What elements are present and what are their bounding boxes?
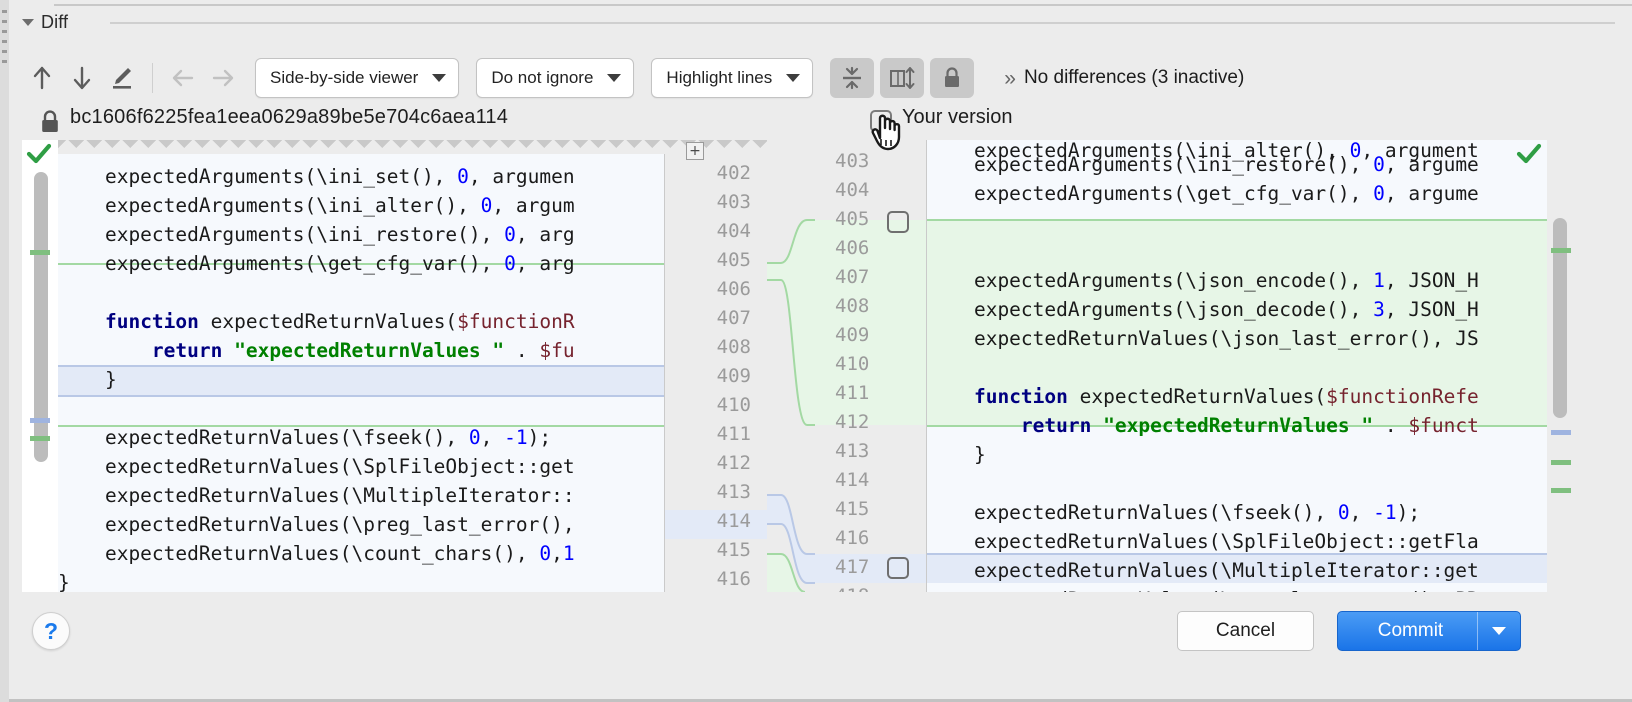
right-added-row <box>815 220 926 425</box>
viewer-mode-dropdown[interactable]: Side-by-side viewer <box>255 58 460 98</box>
hand-cursor-icon <box>868 108 908 157</box>
pane-titles: bc1606f6225fea1eea0629a89be5e704c6aea114… <box>0 106 1632 140</box>
left-pane-title: bc1606f6225fea1eea0629a89be5e704c6aea114 <box>70 106 509 128</box>
left-change-marker <box>30 436 50 441</box>
chevrons-right-icon[interactable]: » <box>1004 68 1016 89</box>
commit-button[interactable]: Commit <box>1337 611 1521 651</box>
column-resize-icon[interactable] <box>880 58 925 98</box>
lock-icon[interactable] <box>930 58 975 98</box>
arrow-left-icon[interactable] <box>163 56 203 100</box>
chevron-down-icon[interactable] <box>786 74 801 82</box>
left-scrollbar[interactable] <box>30 140 50 592</box>
left-change-marker <box>30 418 50 423</box>
page-title: Diff <box>41 11 69 32</box>
left-pane: expectedArguments(\ini_set(), 0, argumen… <box>22 140 664 592</box>
right-change-marker <box>1551 488 1571 493</box>
caret-down-icon[interactable] <box>1492 627 1506 635</box>
left-change-marker <box>30 250 50 255</box>
right-change-marker <box>1551 248 1571 253</box>
commit-dropdown-button[interactable] <box>1478 627 1520 635</box>
left-code-area[interactable]: expectedArguments(\ini_set(), 0, argumen… <box>58 140 664 592</box>
arrow-down-icon[interactable] <box>62 56 102 100</box>
viewer-mode-label: Side-by-side viewer <box>270 68 419 87</box>
right-added-border <box>927 219 1547 221</box>
help-button[interactable]: ? <box>32 612 70 650</box>
chevron-down-icon[interactable] <box>607 74 622 82</box>
right-scrollbar[interactable] <box>1547 140 1571 592</box>
diff-dialog: Diff Side-by-side viewer Do not ignore H… <box>0 0 1632 702</box>
right-change-marker <box>1551 430 1571 435</box>
accept-right-check-icon[interactable] <box>1516 142 1542 171</box>
section-rule <box>110 22 1615 24</box>
checkbox-unchecked[interactable] <box>887 211 909 233</box>
right-line-numbers: 403 404 405 406 407 408 409 410 411 412 … <box>815 140 927 592</box>
arrow-up-icon[interactable] <box>22 56 62 100</box>
checkbox-unchecked[interactable] <box>887 557 909 579</box>
ignore-mode-label: Do not ignore <box>491 68 594 87</box>
diff-status-label: No differences (3 inactive) <box>1023 67 1245 88</box>
commit-button-label: Commit <box>1377 620 1444 641</box>
left-line-numbers: 402 403 404 405 406 407 408 409 410 411 … <box>664 140 767 592</box>
accept-left-check-icon[interactable] <box>26 142 52 171</box>
collapse-lines-icon[interactable] <box>830 58 875 98</box>
ignore-mode-dropdown[interactable]: Do not ignore <box>476 58 635 98</box>
right-pane-title: Your version <box>902 106 1013 128</box>
pencil-icon[interactable] <box>102 56 142 100</box>
toolbar-separator <box>152 63 153 93</box>
right-modified-row <box>815 554 926 583</box>
left-modified-border <box>58 395 664 397</box>
left-modified-row <box>58 366 664 395</box>
arrow-right-icon[interactable] <box>203 56 243 100</box>
plus-icon[interactable]: + <box>686 142 704 160</box>
diff-section-header[interactable]: Diff <box>22 10 68 34</box>
truncated-content-edge <box>58 140 767 154</box>
cancel-button[interactable]: Cancel <box>1177 611 1314 651</box>
lock-icon <box>38 108 62 141</box>
diff-connector-band <box>767 140 815 592</box>
right-code-area[interactable]: expectedArguments(\ini_alter(), 0, argum… <box>927 140 1547 592</box>
diff-body: expectedArguments(\ini_set(), 0, argumen… <box>22 140 1610 592</box>
right-change-marker <box>1551 460 1571 465</box>
triangle-down-icon[interactable] <box>22 18 34 26</box>
highlight-mode-dropdown[interactable]: Highlight lines <box>651 58 814 98</box>
top-divider <box>54 4 1632 6</box>
diff-toolbar: Side-by-side viewer Do not ignore Highli… <box>22 52 1244 104</box>
chevron-down-icon[interactable] <box>432 74 447 82</box>
highlight-mode-label: Highlight lines <box>666 68 773 87</box>
left-modified-border <box>58 365 664 367</box>
